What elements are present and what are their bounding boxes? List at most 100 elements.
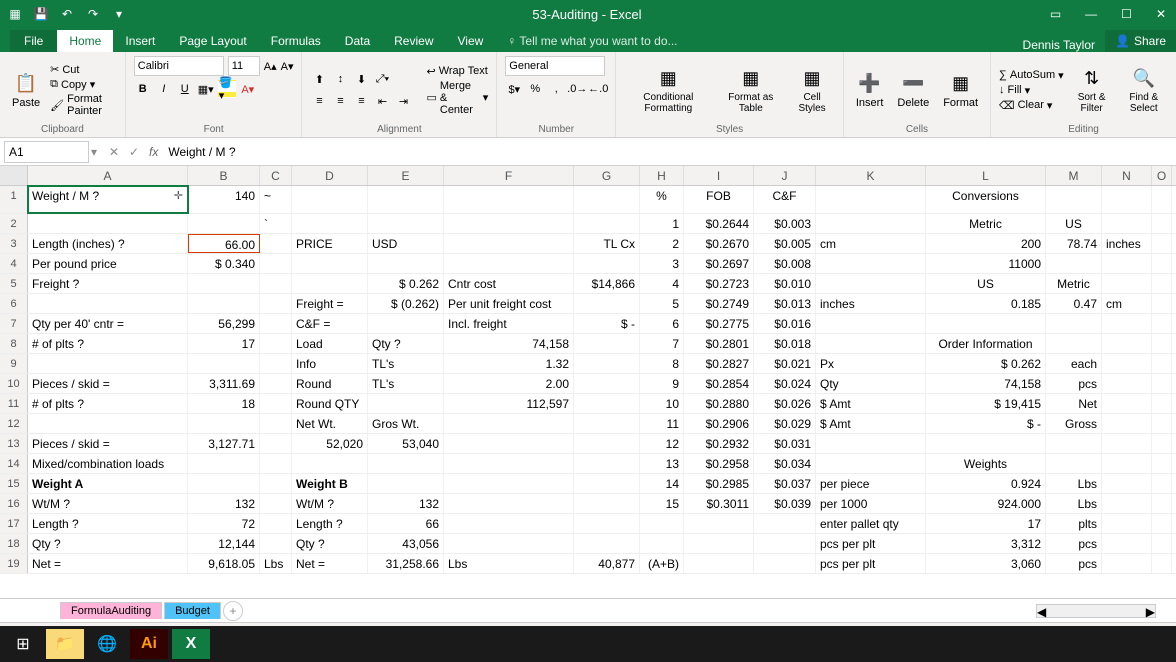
cell-B13[interactable]: 3,127.71 — [188, 434, 260, 453]
cell-I7[interactable]: $0.2775 — [684, 314, 754, 333]
cell-A7[interactable]: Qty per 40' cntr = — [28, 314, 188, 333]
cell-H9[interactable]: 8 — [640, 354, 684, 373]
cell-J4[interactable]: $0.008 — [754, 254, 816, 273]
underline-button[interactable]: U — [176, 80, 194, 98]
align-middle-icon[interactable]: ↕ — [331, 70, 349, 88]
row-header[interactable]: 4 — [0, 254, 28, 273]
user-name[interactable]: Dennis Taylor — [1013, 38, 1105, 52]
cell-F13[interactable] — [444, 434, 574, 453]
cell-B15[interactable] — [188, 474, 260, 493]
cell-G9[interactable] — [574, 354, 640, 373]
italic-button[interactable]: I — [155, 80, 173, 98]
row-header[interactable]: 14 — [0, 454, 28, 473]
cell-I1[interactable]: FOB — [684, 186, 754, 213]
cell-D11[interactable]: Round QTY — [292, 394, 368, 413]
cell-M4[interactable] — [1046, 254, 1102, 273]
cell-N16[interactable] — [1102, 494, 1152, 513]
col-header[interactable]: J — [754, 166, 816, 185]
cell-D8[interactable]: Load — [292, 334, 368, 353]
chrome-icon[interactable]: 🌐 — [88, 629, 126, 659]
cell-O19[interactable] — [1152, 554, 1172, 573]
cell-B14[interactable] — [188, 454, 260, 473]
cell-K12[interactable]: $ Amt — [816, 414, 926, 433]
cell-L11[interactable]: $ 19,415 — [926, 394, 1046, 413]
cell-G17[interactable] — [574, 514, 640, 533]
cell-O17[interactable] — [1152, 514, 1172, 533]
inc-decimal-icon[interactable]: .0→ — [568, 80, 586, 98]
col-header[interactable]: F — [444, 166, 574, 185]
cell-D13[interactable]: 52,020 — [292, 434, 368, 453]
cell-J9[interactable]: $0.021 — [754, 354, 816, 373]
cell-B8[interactable]: 17 — [188, 334, 260, 353]
cell-H1[interactable]: % — [640, 186, 684, 213]
name-box[interactable] — [4, 141, 89, 163]
tab-formulas[interactable]: Formulas — [259, 30, 333, 52]
cell-G13[interactable] — [574, 434, 640, 453]
ribbon-options-icon[interactable]: ▭ — [1044, 7, 1067, 21]
cell-G1[interactable] — [574, 186, 640, 213]
find-select-button[interactable]: 🔍Find & Select — [1120, 64, 1168, 116]
cell-C3[interactable] — [260, 234, 292, 253]
cell-M8[interactable] — [1046, 334, 1102, 353]
border-button[interactable]: ▦▾ — [197, 80, 215, 98]
cell-B2[interactable] — [188, 214, 260, 233]
cell-L8[interactable]: Order Information — [926, 334, 1046, 353]
bold-button[interactable]: B — [134, 80, 152, 98]
cell-M15[interactable]: Lbs — [1046, 474, 1102, 493]
merge-center-button[interactable]: ▭Merge & Center ▾ — [426, 80, 488, 116]
cell-J19[interactable] — [754, 554, 816, 573]
cell-O5[interactable] — [1152, 274, 1172, 293]
cell-C6[interactable] — [260, 294, 292, 313]
cell-C11[interactable] — [260, 394, 292, 413]
row-header[interactable]: 15 — [0, 474, 28, 493]
cell-I17[interactable] — [684, 514, 754, 533]
cell-C13[interactable] — [260, 434, 292, 453]
cell-N1[interactable] — [1102, 186, 1152, 213]
cell-J17[interactable] — [754, 514, 816, 533]
cell-M10[interactable]: pcs — [1046, 374, 1102, 393]
cell-K15[interactable]: per piece — [816, 474, 926, 493]
spreadsheet-grid[interactable]: A B C D E F G H I J K L M N O 1Weight / … — [0, 166, 1176, 598]
qat-more-icon[interactable]: ▾ — [108, 3, 130, 25]
cell-M7[interactable] — [1046, 314, 1102, 333]
cell-B1[interactable]: 140 — [188, 186, 260, 213]
cell-F19[interactable]: Lbs — [444, 554, 574, 573]
cell-F5[interactable]: Cntr cost — [444, 274, 574, 293]
cell-G7[interactable]: $ - — [574, 314, 640, 333]
sheet-tab-budget[interactable]: Budget — [164, 602, 221, 619]
formula-value[interactable]: Weight / M ? — [164, 143, 1176, 161]
cell-J12[interactable]: $0.029 — [754, 414, 816, 433]
cell-N6[interactable]: cm — [1102, 294, 1152, 313]
maximize-icon[interactable]: ☐ — [1115, 7, 1138, 21]
cell-M16[interactable]: Lbs — [1046, 494, 1102, 513]
align-left-icon[interactable]: ≡ — [310, 92, 328, 110]
row-header[interactable]: 13 — [0, 434, 28, 453]
cell-I14[interactable]: $0.2958 — [684, 454, 754, 473]
col-header[interactable]: H — [640, 166, 684, 185]
cell-H8[interactable]: 7 — [640, 334, 684, 353]
cell-L9[interactable]: $ 0.262 — [926, 354, 1046, 373]
illustrator-icon[interactable]: Ai — [130, 629, 168, 659]
cell-N4[interactable] — [1102, 254, 1152, 273]
minimize-icon[interactable]: — — [1079, 7, 1103, 21]
cell-N2[interactable] — [1102, 214, 1152, 233]
cell-C8[interactable] — [260, 334, 292, 353]
cell-I6[interactable]: $0.2749 — [684, 294, 754, 313]
cell-D7[interactable]: C&F = — [292, 314, 368, 333]
cell-N18[interactable] — [1102, 534, 1152, 553]
cell-M6[interactable]: 0.47 — [1046, 294, 1102, 313]
cell-O18[interactable] — [1152, 534, 1172, 553]
percent-icon[interactable]: % — [526, 80, 544, 98]
cell-K8[interactable] — [816, 334, 926, 353]
cell-D19[interactable]: Net = — [292, 554, 368, 573]
cell-L1[interactable]: Conversions — [926, 186, 1046, 213]
cell-K19[interactable]: pcs per plt — [816, 554, 926, 573]
format-painter-button[interactable]: 🖌Format Painter — [50, 93, 117, 117]
cell-G18[interactable] — [574, 534, 640, 553]
cell-N9[interactable] — [1102, 354, 1152, 373]
cell-G6[interactable] — [574, 294, 640, 313]
fill-button[interactable]: ↓Fill ▾ — [999, 84, 1064, 97]
cell-O9[interactable] — [1152, 354, 1172, 373]
row-header[interactable]: 18 — [0, 534, 28, 553]
cell-M1[interactable] — [1046, 186, 1102, 213]
